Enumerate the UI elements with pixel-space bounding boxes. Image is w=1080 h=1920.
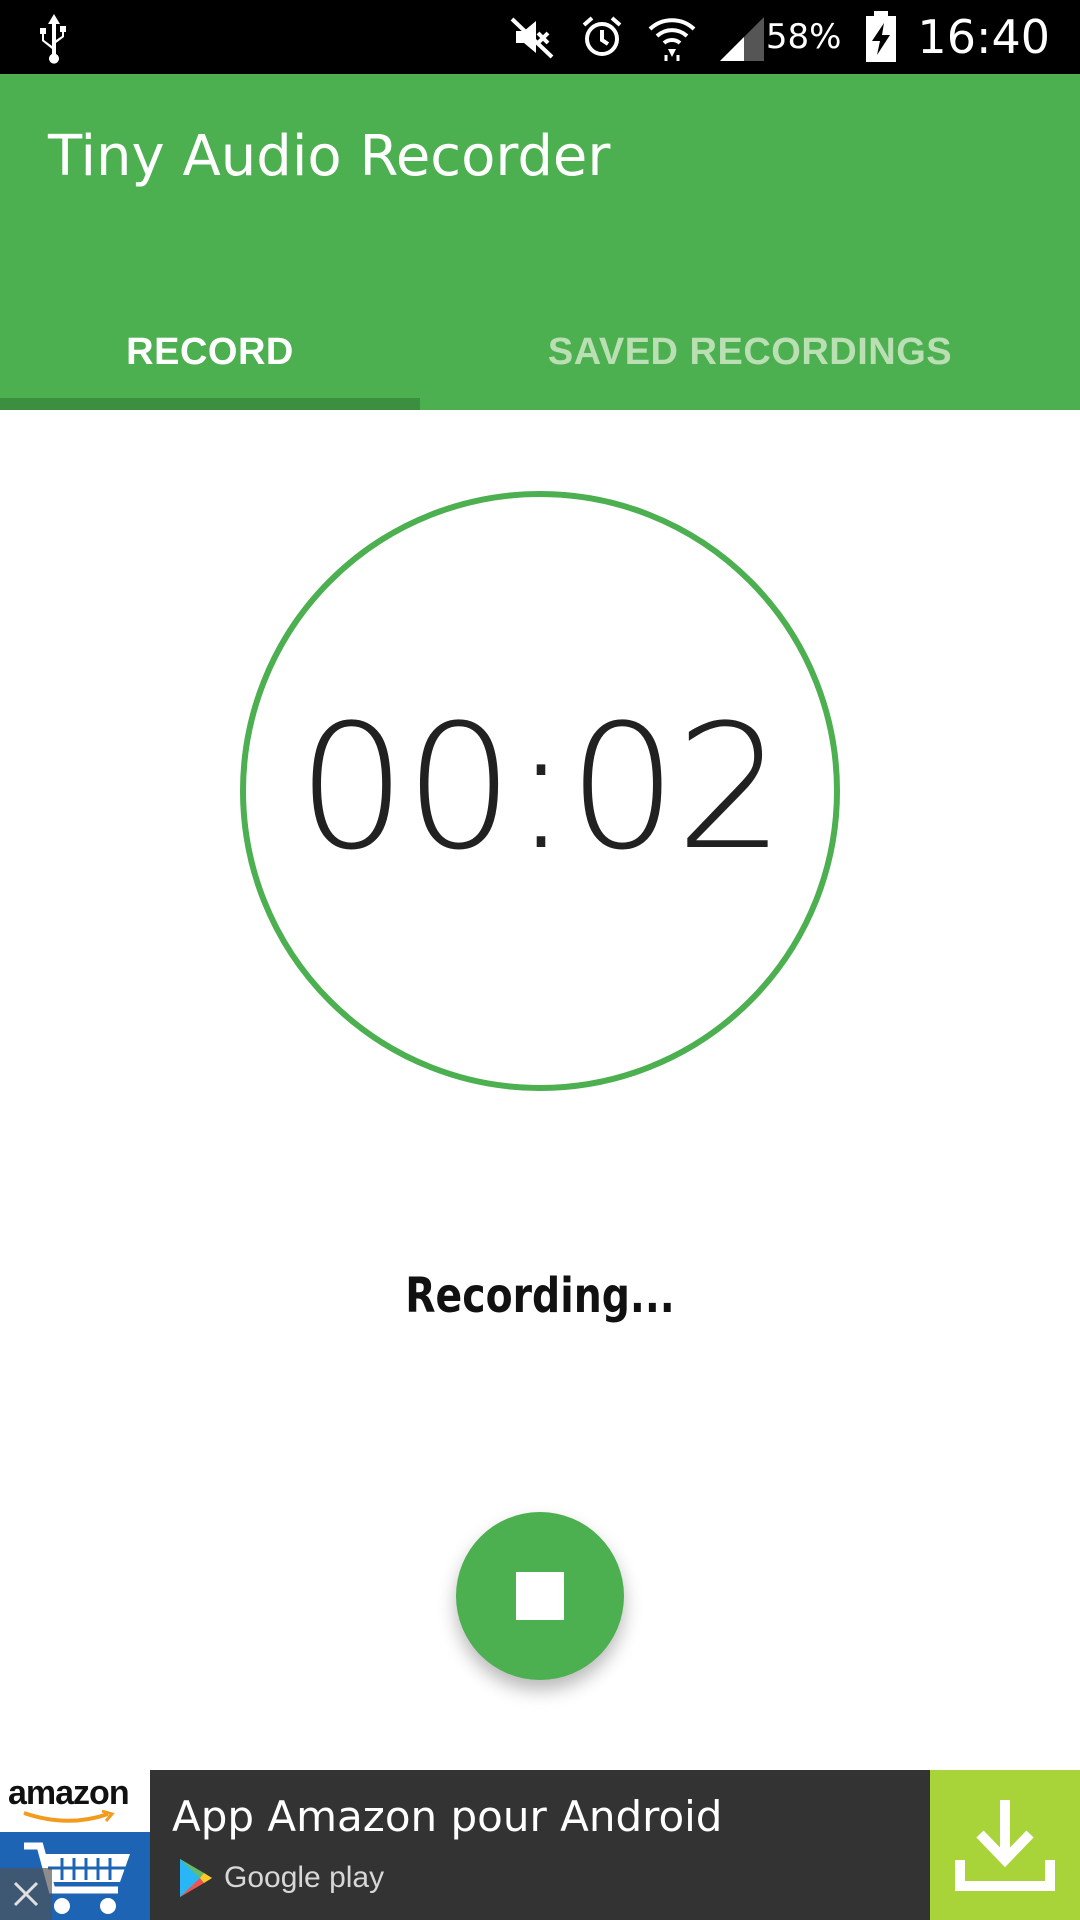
mute-icon — [506, 11, 558, 63]
stop-recording-button[interactable] — [456, 1512, 624, 1680]
alarm-icon — [576, 11, 628, 63]
amazon-smile-icon — [23, 1810, 115, 1823]
ad-title: App Amazon pour Android — [172, 1792, 723, 1841]
battery-charging-icon — [855, 11, 907, 63]
wifi-icon — [646, 11, 698, 63]
usb-icon — [40, 14, 66, 64]
tab-saved-recordings[interactable]: SAVED RECORDINGS — [420, 294, 1080, 410]
close-icon — [13, 1881, 39, 1907]
battery-percent: 58% — [765, 17, 842, 57]
ad-download-button[interactable] — [930, 1770, 1080, 1920]
google-play-label: Google play — [224, 1861, 385, 1894]
clock: 16:40 — [917, 10, 1050, 64]
timer-circle: 00:02 — [240, 491, 840, 1091]
signal-icon — [716, 11, 768, 63]
tab-saved-recordings-label: SAVED RECORDINGS — [547, 330, 953, 373]
tab-record-label: RECORD — [126, 330, 294, 373]
screen: 58% 16:40 Tiny Audio Recorder RECORD SAV… — [0, 0, 1080, 1920]
tab-indicator — [0, 398, 420, 410]
recording-status: Recording... — [405, 1268, 675, 1324]
app-bar: Tiny Audio Recorder RECORD SAVED RECORDI… — [0, 74, 1080, 410]
google-play-icon — [180, 1859, 212, 1897]
tab-record[interactable]: RECORD — [0, 294, 420, 410]
tab-bar: RECORD SAVED RECORDINGS — [0, 294, 1080, 410]
ad-banner[interactable]: amazon App Amazon pour Android Google pl… — [0, 1770, 1080, 1920]
elapsed-timer: 00:02 — [297, 686, 785, 888]
amazon-logo-wordmark: amazon — [8, 1774, 130, 1812]
status-bar: 58% 16:40 — [0, 0, 1080, 74]
app-title: Tiny Audio Recorder — [48, 124, 611, 189]
ad-close-button[interactable] — [0, 1868, 52, 1920]
download-icon — [955, 1800, 1055, 1891]
google-play-badge: Google play — [176, 1856, 384, 1900]
stop-icon — [516, 1572, 564, 1620]
